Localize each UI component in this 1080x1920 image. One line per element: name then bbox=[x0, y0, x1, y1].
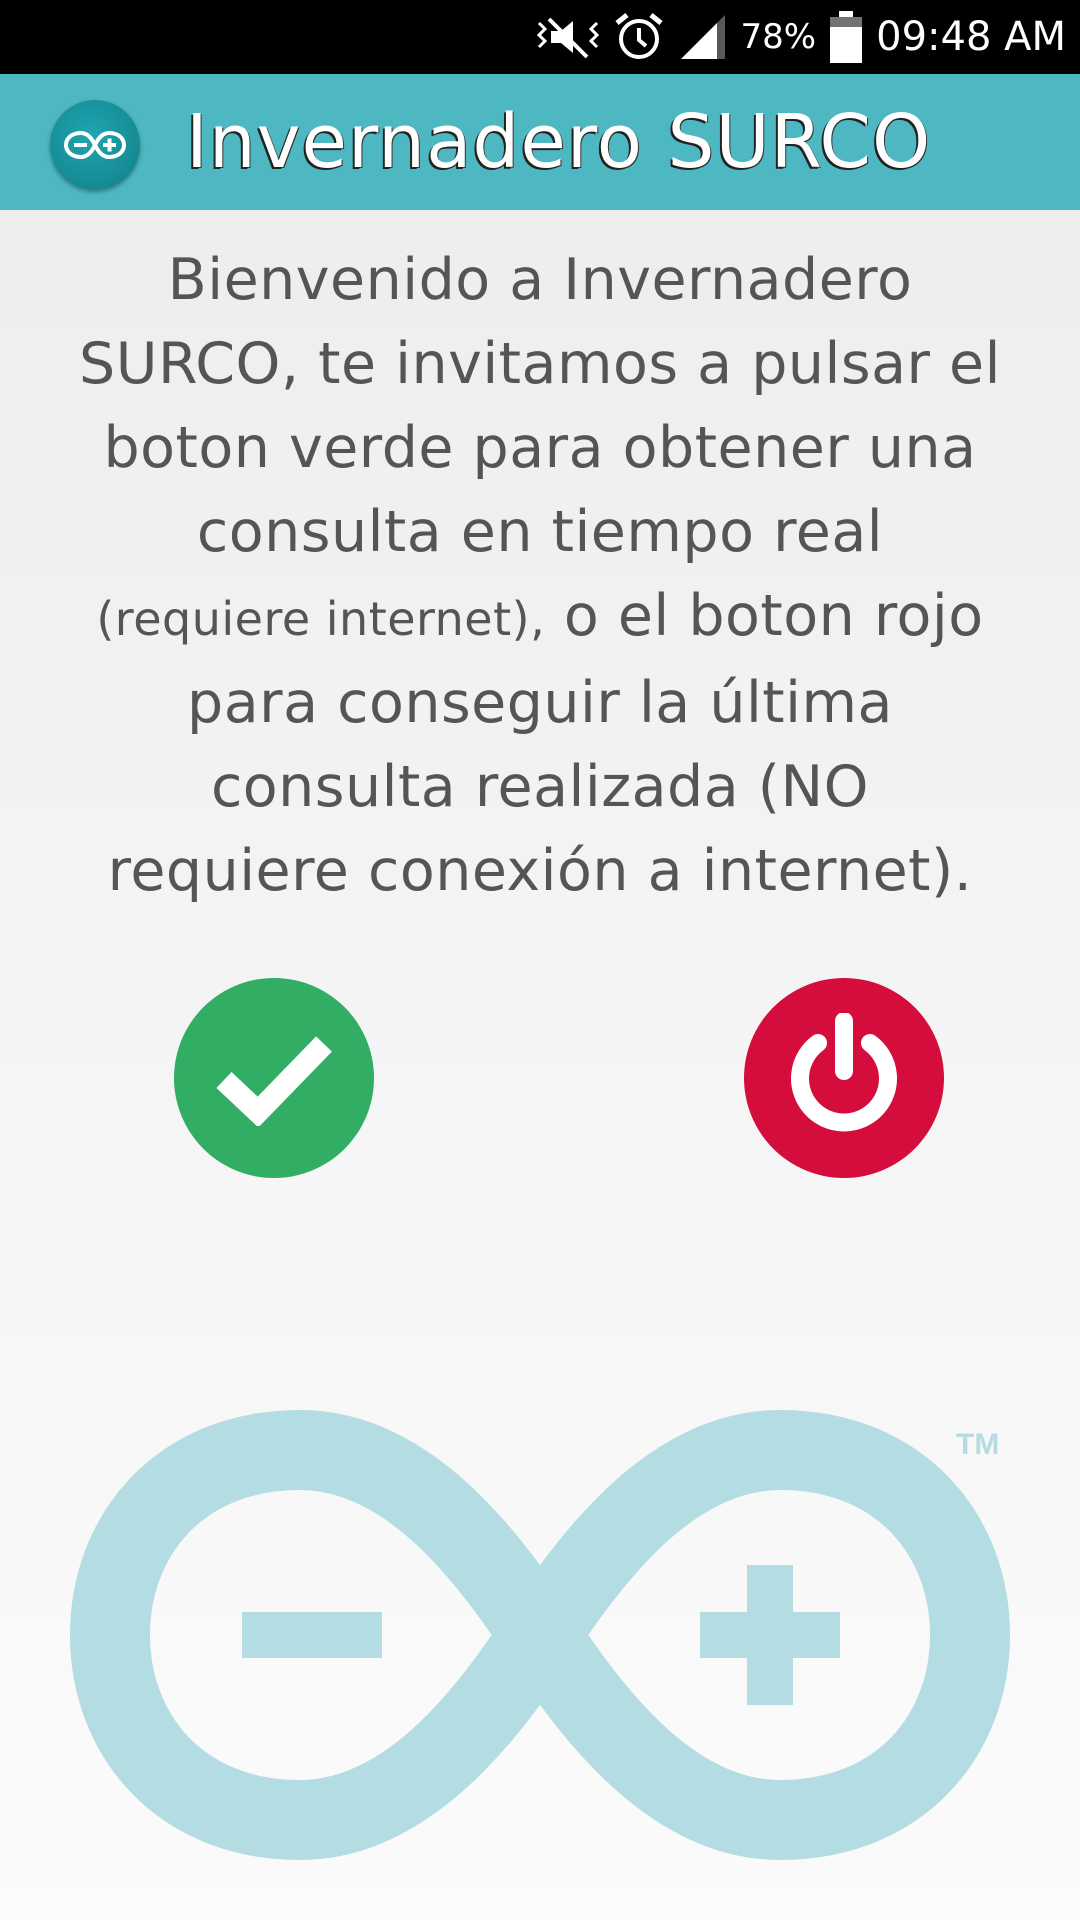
arduino-infinity-logo bbox=[70, 1410, 1010, 1860]
checkmark-icon bbox=[216, 1036, 332, 1126]
alarm-icon bbox=[613, 11, 665, 63]
online-query-button[interactable] bbox=[174, 978, 374, 1178]
welcome-line-small: (requiere internet), bbox=[96, 592, 546, 646]
clock: 09:48 AM bbox=[876, 14, 1066, 60]
welcome-line: o el boton rojo bbox=[545, 583, 984, 649]
welcome-line: boton verde para obtener una bbox=[103, 415, 977, 481]
last-query-button[interactable] bbox=[744, 978, 944, 1178]
vibrate-mute-icon bbox=[535, 13, 601, 61]
power-icon bbox=[791, 1013, 897, 1132]
welcome-line: SURCO, te invitamos a pulsar el bbox=[79, 331, 1001, 397]
app-bar: Invernadero SURCO bbox=[0, 74, 1080, 210]
arduino-logo-icon[interactable] bbox=[50, 100, 140, 190]
trademark-symbol: TM bbox=[956, 1428, 1000, 1461]
status-icons: 78% 09:48 AM bbox=[535, 0, 1066, 74]
welcome-line-mixed: (requiere internet), o el boton rojo bbox=[0, 574, 1080, 661]
battery-percent: 78% bbox=[740, 17, 817, 57]
welcome-line: para conseguir la última bbox=[187, 670, 893, 736]
welcome-line: consulta en tiempo real bbox=[196, 499, 884, 565]
welcome-line: Bienvenido a Invernadero bbox=[167, 247, 913, 313]
app-title: Invernadero SURCO bbox=[186, 99, 932, 185]
welcome-line: consulta realizada (NO bbox=[210, 754, 870, 820]
battery-icon bbox=[828, 9, 864, 65]
welcome-line: requiere conexión a internet). bbox=[107, 838, 973, 904]
status-bar: 78% 09:48 AM bbox=[0, 0, 1080, 74]
signal-icon bbox=[677, 11, 729, 63]
welcome-message: Bienvenido a Invernadero SURCO, te invit… bbox=[0, 238, 1080, 913]
